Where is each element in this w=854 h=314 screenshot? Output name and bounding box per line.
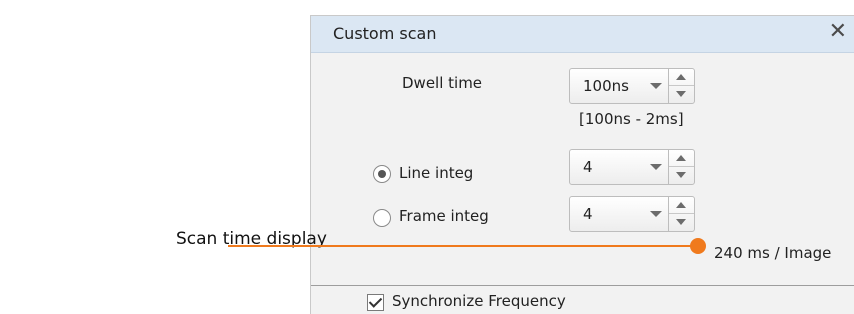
synchronize-frequency-label: Synchronize Frequency [392,292,566,310]
frame-integ-value: 4 [583,205,593,223]
custom-scan-panel: Custom scan ✕ Dwell time 100ns [100ns - … [310,15,854,314]
line-integ-label: Line integ [399,164,474,182]
chevron-down-icon[interactable] [650,211,662,217]
frame-integ-spinner[interactable] [668,197,694,231]
annotation-leader-line [228,245,700,247]
divider [311,285,854,286]
synchronize-frequency-checkbox[interactable] [367,294,384,311]
frame-integ-combo[interactable]: 4 [569,196,695,232]
line-integ-combo[interactable]: 4 [569,149,695,185]
panel-titlebar: Custom scan ✕ [311,16,854,53]
annotation-dot [690,238,706,254]
dwell-time-range: [100ns - 2ms] [579,110,684,128]
spin-up-icon[interactable] [669,150,694,167]
spin-up-icon[interactable] [669,69,694,86]
spin-up-icon[interactable] [669,197,694,214]
panel-title: Custom scan [333,24,437,43]
frame-integ-radio[interactable] [373,209,391,227]
close-icon[interactable]: ✕ [829,19,847,44]
spin-down-icon[interactable] [669,214,694,230]
chevron-down-icon[interactable] [650,164,662,170]
scan-time-display: 240 ms / Image [714,244,832,262]
frame-integ-label: Frame integ [399,207,489,225]
line-integ-value: 4 [583,158,593,176]
line-integ-spinner[interactable] [668,150,694,184]
line-integ-radio[interactable] [373,165,391,183]
spin-down-icon[interactable] [669,86,694,102]
dwell-time-label: Dwell time [402,74,483,92]
dwell-time-value: 100ns [583,77,629,95]
spin-down-icon[interactable] [669,167,694,183]
dwell-time-spinner[interactable] [668,69,694,103]
chevron-down-icon[interactable] [650,83,662,89]
dwell-time-combo[interactable]: 100ns [569,68,695,104]
